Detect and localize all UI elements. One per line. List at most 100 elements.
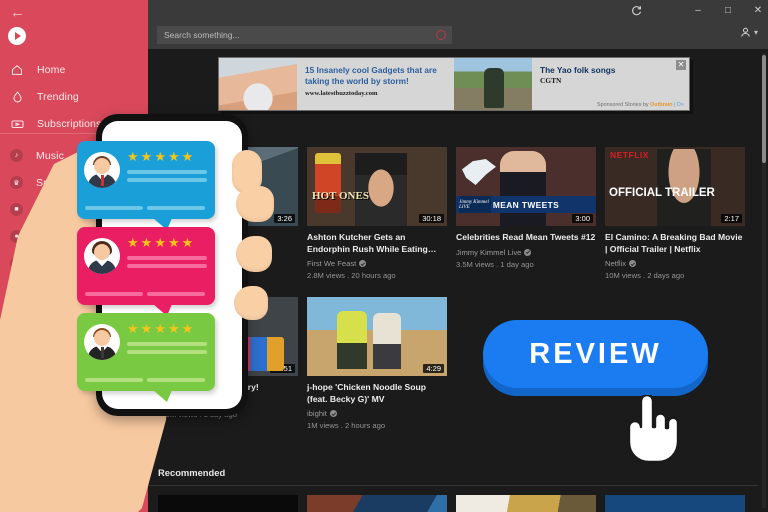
- scrollbar-thumb[interactable]: [762, 55, 766, 163]
- home-icon: [10, 63, 24, 77]
- sidebar-item-home[interactable]: Home: [0, 56, 148, 83]
- navigation-sidebar: ← Home Trending Subscriptions ♪ Music ♛ …: [0, 0, 148, 512]
- sidebar-item-news[interactable]: ■ News: [0, 196, 148, 223]
- sidebar-item-label: Home: [37, 63, 66, 76]
- mean-tweets-label: MEAN TWEETS: [492, 199, 560, 210]
- sidebar-item-label: Live: [36, 230, 56, 243]
- maximize-button[interactable]: □: [714, 0, 742, 21]
- section-divider: [148, 485, 758, 486]
- video-channel[interactable]: Jimmy Kimmel Live: [456, 248, 596, 257]
- video-thumbnail[interactable]: HOT ONES 30:18: [307, 147, 447, 226]
- video-card[interactable]: 12:51 …rdown - …BIG Battery! …ngeveryuii…: [158, 297, 298, 430]
- back-arrow-icon[interactable]: ←: [10, 5, 28, 20]
- ad-text-left: 15 Insanely cool Gadgets that are taking…: [297, 58, 454, 110]
- search-input[interactable]: [157, 26, 452, 44]
- sponsor-prefix: Sponsored Stories by: [597, 102, 651, 108]
- ad-sponsor-credit: Sponsored Stories by Outbrain | D>: [597, 102, 684, 108]
- video-thumbnail[interactable]: 4:29: [307, 297, 447, 376]
- ad-image-gadgets: [219, 58, 297, 110]
- play-logo-icon[interactable]: [8, 27, 26, 45]
- video-channel[interactable]: Netflix: [605, 259, 745, 268]
- nav-categories-group: ♪ Music ♛ Sports ■ News ● Live ♦ Fashion…: [0, 142, 148, 304]
- video-row-2: 12:51 …rdown - …BIG Battery! …ngeveryuii…: [148, 297, 768, 430]
- flame-icon: [10, 90, 24, 104]
- video-meta: 1M views . 2 hours ago: [307, 421, 386, 430]
- sponsored-ad-banner[interactable]: 15 Insanely cool Gadgets that are taking…: [218, 57, 690, 111]
- music-note-icon: ♪: [10, 149, 23, 162]
- refresh-icon[interactable]: [622, 0, 650, 21]
- video-card[interactable]: NETFLIX OFFICIAL TRAILER 2:17 El Camino:…: [605, 147, 745, 280]
- search-icon[interactable]: [436, 30, 446, 40]
- news-icon: ■: [10, 203, 23, 216]
- video-duration: 4:29: [423, 364, 444, 373]
- sidebar-item-label: Subscriptions: [37, 117, 102, 130]
- channel-name: …ngeveryuiing: [158, 397, 209, 407]
- trophy-icon: ♛: [10, 176, 23, 189]
- video-meta: 3.5M views . 1 day ago: [456, 259, 534, 269]
- recommended-thumbnail[interactable]: [605, 495, 745, 512]
- ad-close-icon[interactable]: ✕: [676, 60, 686, 70]
- video-channel[interactable]: First We Feast: [307, 259, 447, 268]
- recommended-thumbnail[interactable]: [158, 495, 298, 512]
- jimmy-kimmel-logo: Jimmy Kimmel LIVE: [459, 196, 491, 213]
- live-icon: ●: [10, 230, 23, 243]
- sidebar-item-sports[interactable]: ♛ Sports: [0, 169, 148, 196]
- sidebar-item-label: 360: [36, 284, 54, 297]
- channel-name: First We Feast: [307, 259, 357, 268]
- hot-ones-logo: HOT ONES: [312, 190, 369, 202]
- verified-badge-icon: [329, 410, 337, 417]
- video-card[interactable]: 3:26: [158, 147, 298, 280]
- video-thumbnail[interactable]: NETFLIX OFFICIAL TRAILER 2:17: [605, 147, 745, 226]
- close-button[interactable]: ✕: [744, 0, 768, 21]
- video-title: Ashton Kutcher Gets an Endorphin Rush Wh…: [307, 232, 437, 254]
- video-duration: 2:17: [721, 214, 742, 223]
- sidebar-item-fashion[interactable]: ♦ Fashion: [0, 250, 148, 277]
- window-titlebar: – □ ✕: [148, 0, 768, 21]
- channel-name: Jimmy Kimmel Live: [456, 247, 522, 257]
- sidebar-item-label: Trending: [37, 90, 79, 103]
- chevron-down-icon: ▾: [753, 28, 758, 37]
- ad-image-yao: [454, 58, 532, 110]
- sidebar-item-label: Music: [36, 149, 64, 162]
- video-meta: 10M views . 2 days ago: [605, 271, 685, 280]
- video-duration: 12:51: [270, 364, 295, 373]
- ad-headline-right: The Yao folk songs: [540, 65, 616, 75]
- screenshot-root: – □ ✕ ▾ 15 Insanely cool Gadgets that ar…: [0, 0, 768, 512]
- video-duration: 30:18: [419, 214, 444, 223]
- fashion-icon: ♦: [10, 257, 23, 270]
- app-window: – □ ✕ ▾ 15 Insanely cool Gadgets that ar…: [148, 0, 768, 512]
- sidebar-item-label: Fashion: [36, 257, 75, 270]
- video-thumbnail[interactable]: 3:26: [158, 147, 298, 226]
- video-title: j-hope 'Chicken Noodle Soup (feat. Becky…: [307, 382, 427, 404]
- video-duration: 3:00: [572, 214, 593, 223]
- verified-badge-icon: [524, 248, 532, 256]
- recommended-heading: Recommended: [158, 467, 226, 478]
- official-trailer-label: OFFICIAL TRAILER: [609, 187, 715, 199]
- subscriptions-icon: [10, 117, 24, 131]
- verified-badge-icon: [211, 398, 219, 406]
- video-card[interactable]: MEAN TWEETS Jimmy Kimmel LIVE 3:00 Celeb…: [456, 147, 596, 280]
- video-thumbnail[interactable]: MEAN TWEETS Jimmy Kimmel LIVE 3:00: [456, 147, 596, 226]
- recommended-thumbnail[interactable]: [307, 495, 447, 512]
- video-title: El Camino: A Breaking Bad Movie | Offici…: [605, 232, 743, 254]
- channel-name: ibighit: [307, 409, 327, 418]
- sidebar-divider: [0, 133, 148, 134]
- vr-icon: ◉: [10, 284, 23, 297]
- video-card[interactable]: HOT ONES 30:18 Ashton Kutcher Gets an En…: [307, 147, 447, 280]
- video-channel[interactable]: …ngeveryuiing: [158, 398, 298, 407]
- minimize-button[interactable]: –: [684, 0, 712, 21]
- video-meta: 2.8M views . 20 hours ago: [307, 271, 396, 280]
- video-thumbnail[interactable]: 12:51: [158, 297, 298, 376]
- sidebar-item-360[interactable]: ◉ 360: [0, 277, 148, 304]
- verified-badge-icon: [629, 260, 637, 267]
- content-area: 15 Insanely cool Gadgets that are taking…: [148, 49, 768, 512]
- recommended-thumbnail[interactable]: [456, 495, 596, 512]
- sidebar-item-live[interactable]: ● Live: [0, 223, 148, 250]
- account-menu[interactable]: ▾: [740, 27, 758, 38]
- sidebar-item-music[interactable]: ♪ Music: [0, 142, 148, 169]
- sidebar-item-label: Sports: [36, 176, 67, 189]
- sidebar-item-trending[interactable]: Trending: [0, 83, 148, 110]
- video-channel[interactable]: ibighit: [307, 409, 447, 418]
- ad-url-left: www.latestbuzztoday.com: [305, 90, 378, 97]
- video-card[interactable]: 4:29 j-hope 'Chicken Noodle Soup (feat. …: [307, 297, 447, 430]
